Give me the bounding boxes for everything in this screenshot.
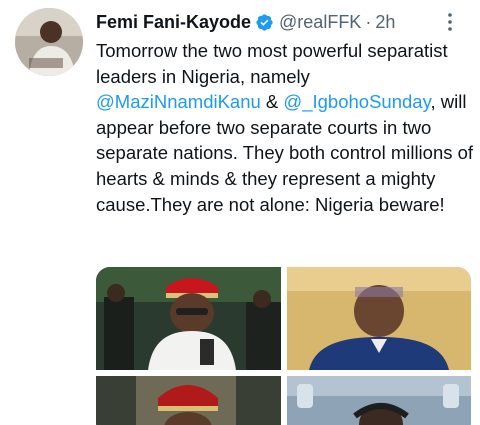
media-image-4[interactable]	[287, 376, 471, 425]
tweet-time[interactable]: 2h	[375, 12, 395, 33]
media-grid	[96, 267, 471, 425]
tweet-content: Femi Fani-Kayode @realFFK · 2h Tomorrow …	[96, 10, 480, 217]
verified-badge-icon	[255, 13, 274, 32]
avatar-photo	[15, 8, 83, 76]
media-image-3[interactable]	[96, 376, 281, 425]
tweet-text-part1: Tomorrow the two most powerful separatis…	[96, 40, 448, 87]
tweet-text-part2: &	[260, 91, 284, 113]
media-image-1[interactable]	[96, 267, 281, 370]
media-image-2[interactable]	[287, 267, 471, 370]
mention-mazi-nnamdi-kanu[interactable]: @MaziNnamdiKanu	[96, 91, 261, 112]
author-handle[interactable]: @realFFK	[279, 12, 361, 33]
author-name[interactable]: Femi Fani-Kayode	[96, 12, 251, 33]
mention-igboho-sunday[interactable]: @_IgbohoSunday	[283, 91, 430, 112]
tweet-text: Tomorrow the two most powerful separatis…	[96, 38, 474, 217]
more-options-icon[interactable]	[440, 12, 460, 32]
tweet[interactable]: Femi Fani-Kayode @realFFK · 2h Tomorrow …	[0, 0, 480, 425]
avatar[interactable]	[15, 8, 83, 76]
separator-dot: ·	[365, 11, 372, 32]
tweet-header: Femi Fani-Kayode @realFFK · 2h	[96, 10, 480, 34]
